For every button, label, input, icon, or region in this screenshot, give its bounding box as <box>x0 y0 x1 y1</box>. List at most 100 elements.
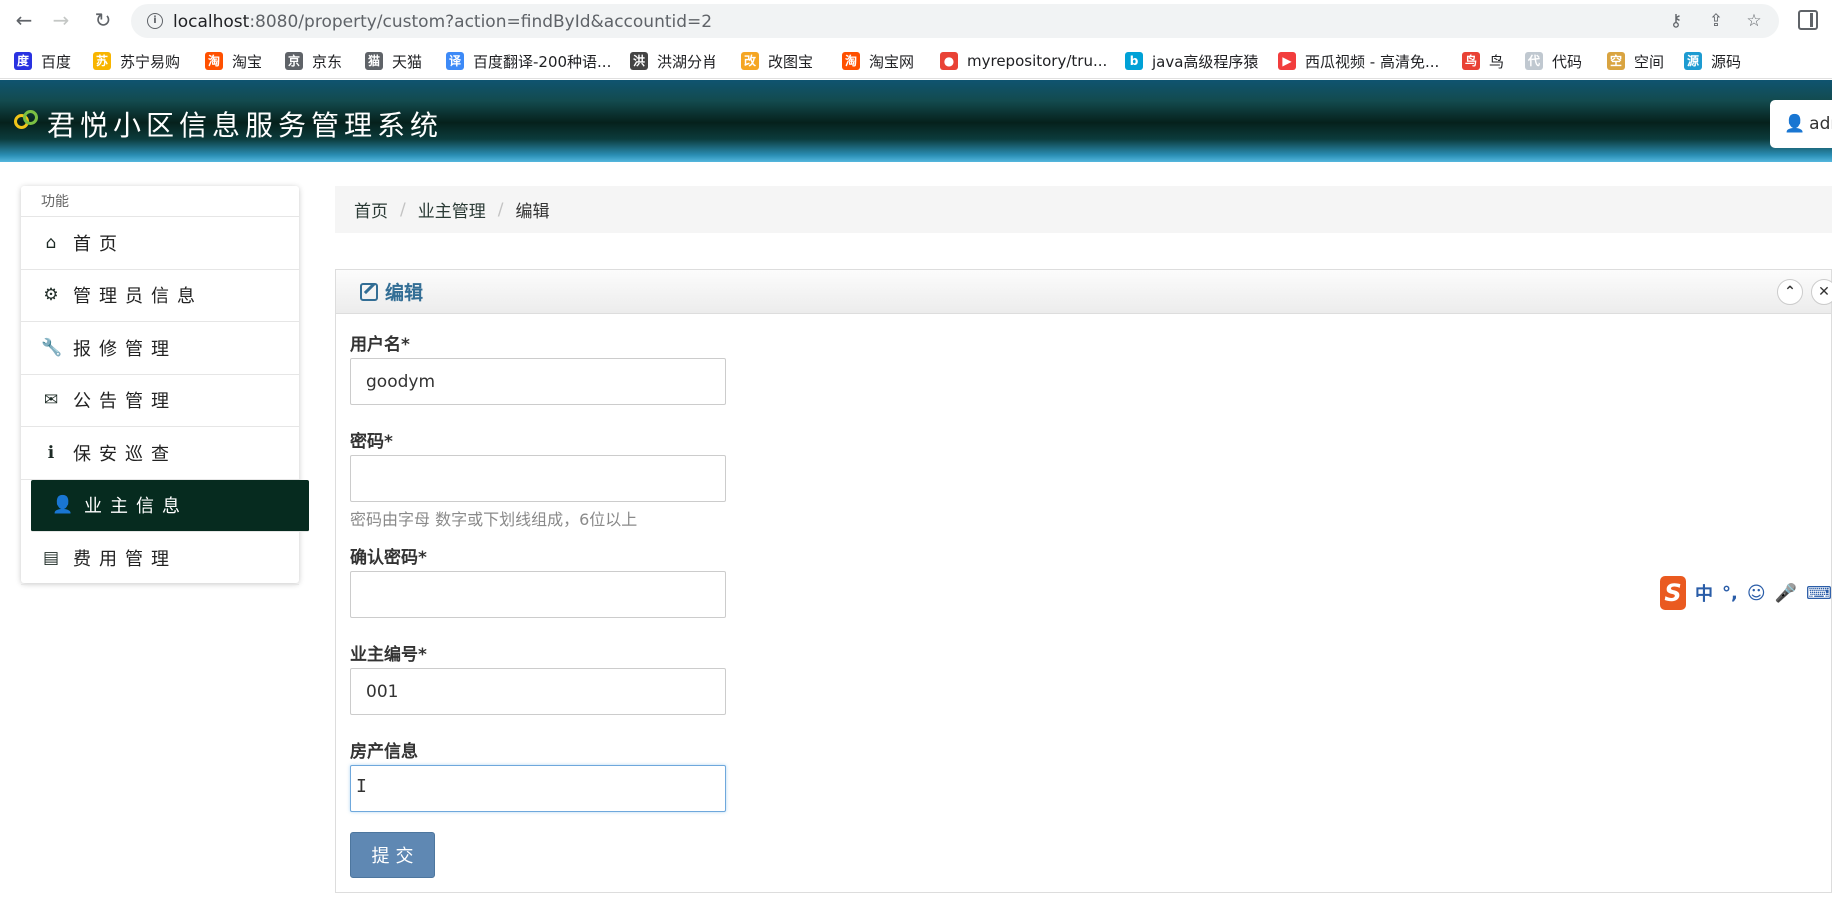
sidebar-header: 功能 <box>21 186 299 217</box>
owner-number-input[interactable] <box>350 668 726 715</box>
wrench-icon: 🔧 <box>41 337 63 358</box>
side-panel-icon[interactable] <box>1798 10 1818 30</box>
browser-toolbar: ← → ↻ i localhost:8080/property/custom?a… <box>0 0 1832 41</box>
bookmark-item[interactable]: ● myrepository/tru... <box>940 50 1107 72</box>
bookmark-item[interactable]: 洪洪湖分肖 <box>630 50 717 72</box>
bookmark-favicon-icon: 源 <box>1684 52 1702 70</box>
bookmark-item[interactable]: 空空间 <box>1607 50 1664 72</box>
ime-toolbar: S 中 °, ☺ 🎤 ⌨ <box>1660 576 1832 610</box>
password-input[interactable] <box>350 455 726 502</box>
bookmark-label: 洪湖分肖 <box>657 52 718 71</box>
sidebar-item-notice[interactable]: ✉ 公告管理 <box>21 375 299 427</box>
url-text[interactable]: localhost:8080/property/custom?action=fi… <box>173 12 712 32</box>
password-label: 密码* <box>350 432 393 452</box>
envelope-icon: ✉ <box>43 390 59 411</box>
bookmark-label: 西瓜视频 - 高清免... <box>1305 52 1440 71</box>
bookmark-item[interactable]: 淘淘宝 <box>205 50 262 72</box>
sidebar-item-fees[interactable]: ▤ 费用管理 <box>21 532 299 585</box>
submit-button[interactable]: 提交 <box>350 832 435 878</box>
app-logo-icon <box>14 110 40 132</box>
breadcrumb-current: 编辑 <box>515 202 550 222</box>
bookmark-favicon-icon: 京 <box>285 52 303 70</box>
bookmark-label: 源码 <box>1711 52 1742 71</box>
username-label: 用户名* <box>350 335 410 355</box>
password-key-icon[interactable]: ⚷ <box>1666 11 1686 31</box>
bookmark-favicon-icon: 代 <box>1525 52 1543 70</box>
bookmarks-bar: 度百度苏苏宁易购淘淘宝京京东猫天猫译百度翻译-200种语... 洪洪湖分肖改改图宝… <box>0 41 1832 79</box>
sidebar-item-label: 公告管理 <box>73 391 177 413</box>
bookmark-favicon-icon: 度 <box>14 52 32 70</box>
bookmark-item[interactable]: 猫天猫 <box>365 50 422 72</box>
bookmark-label: 百度 <box>41 52 72 71</box>
forward-icon[interactable]: → <box>47 6 75 34</box>
collapse-icon[interactable]: ⌃ <box>1777 279 1803 305</box>
sidebar-item-label: 保安巡查 <box>73 443 177 465</box>
bookmark-item[interactable]: 译百度翻译-200种语... <box>446 50 611 72</box>
bookmark-favicon-icon: 改 <box>741 52 759 70</box>
panel-header: 编辑 ⌃ ✕ <box>336 270 1832 314</box>
sidebar-item-label: 报修管理 <box>73 338 177 360</box>
sidebar-item-label: 费用管理 <box>73 548 177 570</box>
breadcrumb-owner-management[interactable]: 业主管理 <box>418 197 486 222</box>
bookmark-label: 百度翻译-200种语... <box>473 52 612 71</box>
bookmark-label: 淘宝网 <box>869 52 915 71</box>
property-info-input[interactable] <box>350 765 726 812</box>
bookmark-item[interactable]: b java高级程序猿 <box>1125 50 1258 72</box>
property-info-label: 房产信息 <box>350 742 418 762</box>
confirm-password-input[interactable] <box>350 571 726 618</box>
url-host: localhost <box>173 12 250 32</box>
edit-icon <box>360 282 378 301</box>
reload-icon[interactable]: ↻ <box>89 6 117 34</box>
bookmark-item[interactable]: 源源码 <box>1684 50 1741 72</box>
ime-emoji-icon[interactable]: ☺ <box>1747 583 1766 604</box>
close-icon[interactable]: ✕ <box>1811 279 1832 305</box>
sidebar-item-home[interactable]: ⌂ 首页 <box>21 217 299 270</box>
bookmark-favicon-icon: 猫 <box>365 52 383 70</box>
url-path: :8080/property/custom?action=findById&ac… <box>249 12 713 32</box>
bookmark-item[interactable]: 鸟鸟 <box>1462 50 1504 72</box>
breadcrumb-separator: / <box>400 199 406 220</box>
owner-number-label: 业主编号* <box>350 645 427 665</box>
bookmark-label: 京东 <box>312 52 343 71</box>
ime-mic-icon[interactable]: 🎤 <box>1775 583 1797 604</box>
bookmark-favicon-icon: b <box>1125 52 1143 70</box>
address-bar[interactable]: i localhost:8080/property/custom?action=… <box>131 4 1779 38</box>
bookmark-item[interactable]: 京京东 <box>285 50 342 72</box>
ime-keyboard-icon[interactable]: ⌨ <box>1806 583 1832 604</box>
back-icon[interactable]: ← <box>10 6 38 34</box>
bookmark-label: 代码 <box>1552 52 1583 71</box>
bookmark-item[interactable]: ▶ 西瓜视频 - 高清免... <box>1278 50 1439 72</box>
sogou-ime-logo-icon[interactable]: S <box>1660 576 1686 610</box>
gear-icon: ⚙ <box>43 285 59 306</box>
sidebar-item-owner-info[interactable]: 👤 业主信息 <box>31 479 309 532</box>
text-cursor-icon: I <box>356 776 367 797</box>
bookmark-favicon-icon: 淘 <box>842 52 860 70</box>
user-menu-button[interactable]: 👤 adm <box>1770 100 1832 148</box>
bookmark-item[interactable]: 苏苏宁易购 <box>93 50 180 72</box>
user-icon: 👤 <box>1784 114 1806 134</box>
bookmark-item[interactable]: 改改图宝 <box>741 50 813 72</box>
bookmark-item[interactable]: 代代码 <box>1525 50 1582 72</box>
sidebar-item-repair[interactable]: 🔧 报修管理 <box>21 322 299 375</box>
bookmark-star-icon[interactable]: ☆ <box>1744 11 1764 31</box>
user-icon: 👤 <box>52 495 74 516</box>
bookmark-label: 天猫 <box>392 52 423 71</box>
share-icon[interactable]: ⇪ <box>1706 11 1726 31</box>
user-name: adm <box>1809 114 1832 134</box>
edit-panel: 编辑 ⌃ ✕ 用户名* 密码* 密码由字母 数字或下划线组成，6位以上 确认密码… <box>335 269 1832 893</box>
username-input[interactable] <box>350 358 726 405</box>
bookmark-item[interactable]: 度百度 <box>14 50 71 72</box>
breadcrumb: 首页 / 业主管理 / 编辑 <box>335 186 1832 233</box>
bookmark-label: myrepository/tru... <box>967 52 1108 70</box>
sidebar-item-security-patrol[interactable]: ℹ 保安巡查 <box>21 427 299 480</box>
bookmark-item[interactable]: 淘淘宝网 <box>842 50 914 72</box>
ime-punctuation-icon[interactable]: °, <box>1722 583 1738 604</box>
ime-chinese-mode-icon[interactable]: 中 <box>1695 580 1713 606</box>
bookmark-favicon-icon: 鸟 <box>1462 52 1480 70</box>
sidebar-item-admin-info[interactable]: ⚙ 管理员信息 <box>21 270 299 322</box>
sidebar: 功能 ⌂ 首页 ⚙ 管理员信息 🔧 报修管理 ✉ 公告管理 ℹ 保安巡查 👤 业主信息 ▤ 费用管理 <box>21 186 309 585</box>
bookmark-label: 空间 <box>1634 52 1665 71</box>
site-info-icon[interactable]: i <box>147 13 163 29</box>
bookmark-favicon-icon: ● <box>940 52 958 70</box>
breadcrumb-home[interactable]: 首页 <box>354 197 388 222</box>
